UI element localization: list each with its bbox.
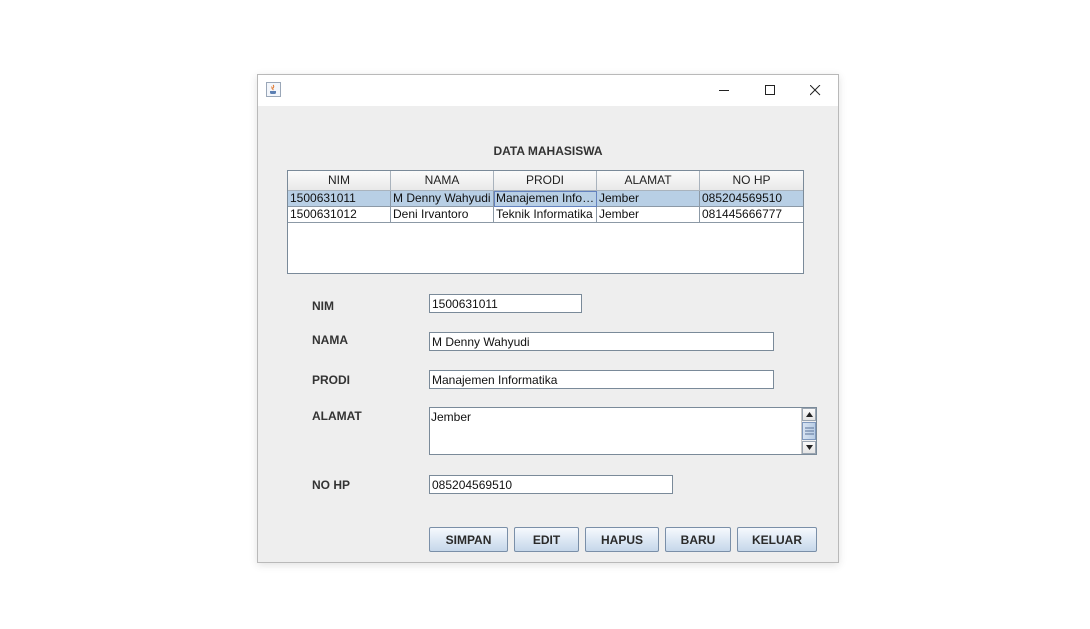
main-window: DATA MAHASISWA NIM NAMA PRODI ALAMAT NO … bbox=[257, 74, 839, 563]
column-header-prodi[interactable]: PRODI bbox=[494, 171, 597, 191]
grip-icon bbox=[805, 427, 814, 435]
edit-button[interactable]: EDIT bbox=[514, 527, 579, 552]
minimize-button[interactable] bbox=[702, 75, 748, 106]
table-cell[interactable]: 1500631011 bbox=[288, 191, 391, 207]
prodi-label: PRODI bbox=[312, 373, 351, 387]
arrow-up-icon bbox=[806, 412, 813, 417]
title-bar[interactable] bbox=[258, 75, 838, 106]
arrow-down-icon bbox=[806, 445, 813, 450]
nohp-field[interactable] bbox=[429, 475, 673, 494]
table-cell[interactable]: M Denny Wahyudi bbox=[391, 191, 494, 207]
column-header-nim[interactable]: NIM bbox=[288, 171, 391, 191]
prodi-field[interactable] bbox=[429, 370, 774, 389]
vertical-scrollbar[interactable] bbox=[801, 408, 816, 454]
simpan-button[interactable]: SIMPAN bbox=[429, 527, 508, 552]
column-header-nohp[interactable]: NO HP bbox=[700, 171, 803, 191]
maximize-button[interactable] bbox=[748, 75, 794, 106]
nama-label: NAMA bbox=[312, 333, 348, 347]
table-cell[interactable]: Deni Irvantoro bbox=[391, 207, 494, 223]
data-table[interactable]: NIM NAMA PRODI ALAMAT NO HP 1500631011 M… bbox=[287, 170, 804, 274]
scroll-up-button[interactable] bbox=[802, 408, 816, 421]
table-cell[interactable]: Manajemen Informatika bbox=[494, 191, 597, 207]
hapus-button[interactable]: HAPUS bbox=[585, 527, 659, 552]
table-body: 1500631011 M Denny Wahyudi Manajemen Inf… bbox=[288, 191, 803, 223]
close-button[interactable] bbox=[793, 75, 839, 106]
minimize-icon bbox=[719, 90, 729, 91]
nim-field[interactable] bbox=[429, 294, 582, 313]
java-coffee-icon bbox=[266, 82, 281, 97]
column-header-nama[interactable]: NAMA bbox=[391, 171, 494, 191]
table-cell[interactable]: 085204569510 bbox=[700, 191, 803, 207]
table-row[interactable]: 1500631012 Deni Irvantoro Teknik Informa… bbox=[288, 207, 803, 223]
scroll-down-button[interactable] bbox=[802, 441, 816, 454]
table-header: NIM NAMA PRODI ALAMAT NO HP bbox=[288, 171, 803, 191]
table-cell[interactable]: Jember bbox=[597, 207, 700, 223]
table-cell[interactable]: 081445666777 bbox=[700, 207, 803, 223]
alamat-textarea[interactable]: Jember bbox=[430, 408, 801, 454]
scroll-thumb[interactable] bbox=[802, 422, 816, 440]
maximize-icon bbox=[765, 85, 775, 95]
nama-field[interactable] bbox=[429, 332, 774, 351]
nohp-label: NO HP bbox=[312, 478, 351, 492]
baru-button[interactable]: BARU bbox=[665, 527, 731, 552]
table-cell[interactable]: Teknik Informatika bbox=[494, 207, 597, 223]
close-icon bbox=[810, 85, 821, 96]
table-row[interactable]: 1500631011 M Denny Wahyudi Manajemen Inf… bbox=[288, 191, 803, 207]
nim-label: NIM bbox=[312, 299, 334, 313]
page-title: DATA MAHASISWA bbox=[493, 144, 603, 158]
alamat-label: ALAMAT bbox=[312, 409, 362, 423]
alamat-scroll-pane: Jember bbox=[429, 407, 817, 455]
column-header-alamat[interactable]: ALAMAT bbox=[597, 171, 700, 191]
keluar-button[interactable]: KELUAR bbox=[737, 527, 817, 552]
table-cell[interactable]: 1500631012 bbox=[288, 207, 391, 223]
table-cell[interactable]: Jember bbox=[597, 191, 700, 207]
